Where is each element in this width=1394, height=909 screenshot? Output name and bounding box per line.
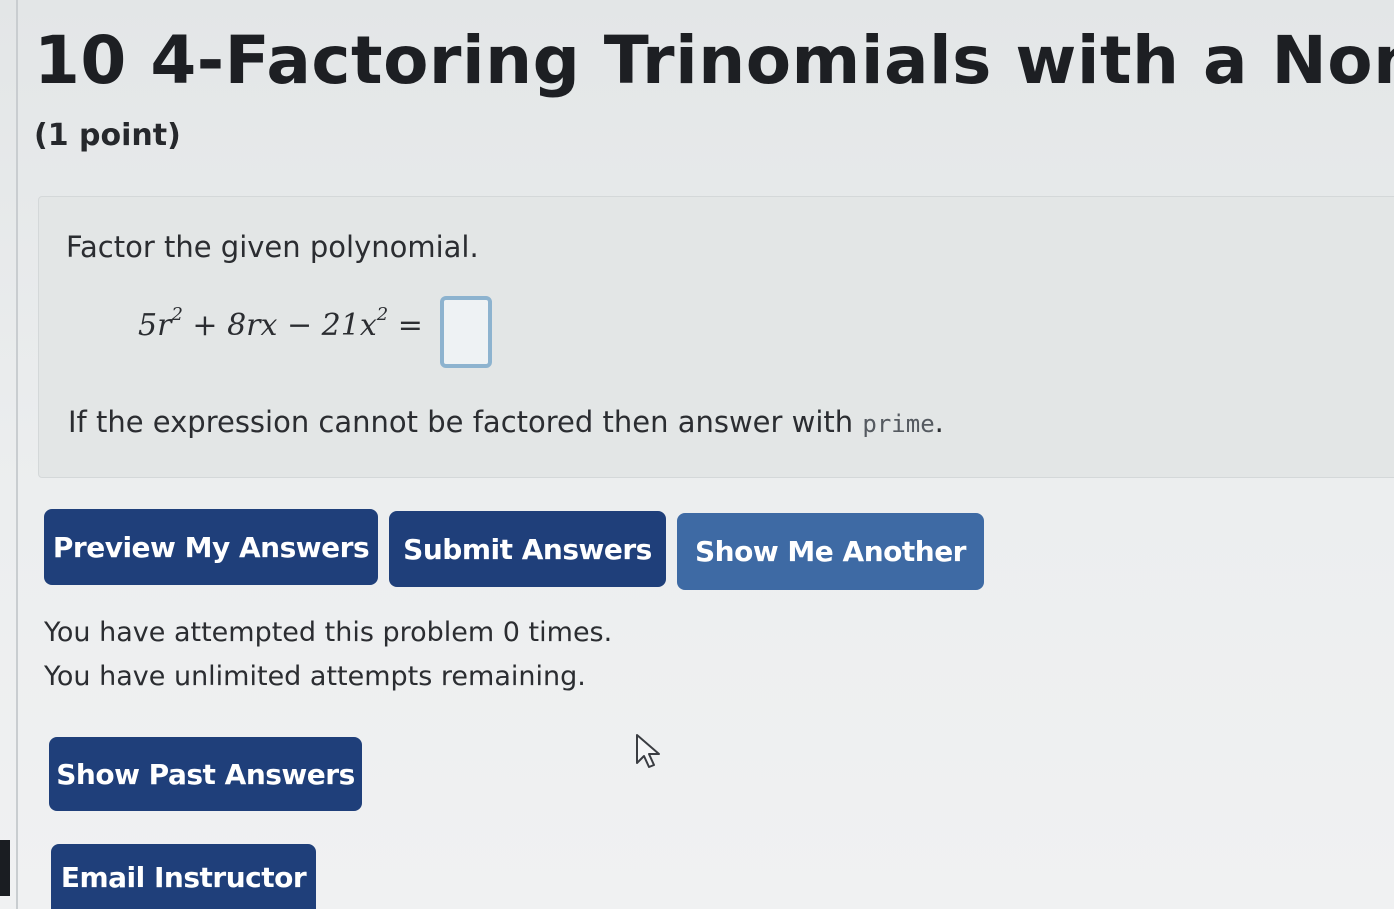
preview-answers-button[interactable]: Preview My Answers bbox=[44, 509, 378, 585]
show-past-answers-button[interactable]: Show Past Answers bbox=[49, 737, 362, 811]
show-me-another-button[interactable]: Show Me Another bbox=[677, 513, 984, 590]
polynomial-equation: 5r2 + 8rx − 21x2 = bbox=[138, 304, 423, 343]
equation-equals: = bbox=[388, 308, 423, 343]
prime-instruction: If the expression cannot be factored the… bbox=[68, 405, 944, 439]
problem-points: (1 point) bbox=[34, 118, 181, 153]
problem-page: 10 4-Factoring Trinomials with a Nontriv… bbox=[0, 0, 1394, 909]
mouse-pointer-icon bbox=[636, 734, 660, 768]
prime-note-text: If the expression cannot be factored the… bbox=[68, 405, 863, 439]
attempts-remaining-text: You have unlimited attempts remaining. bbox=[44, 661, 586, 692]
equation-term-1: 5r bbox=[138, 308, 172, 343]
answer-input[interactable] bbox=[440, 296, 492, 368]
left-divider bbox=[16, 0, 18, 909]
email-instructor-button[interactable]: Email Instructor bbox=[51, 844, 316, 909]
equation-exponent-1: 2 bbox=[171, 304, 183, 325]
problem-title: 10 4-Factoring Trinomials with a Nontriv… bbox=[34, 22, 1394, 99]
prime-keyword: prime bbox=[862, 410, 935, 438]
equation-exponent-2: 2 bbox=[376, 304, 389, 325]
prime-note-period: . bbox=[934, 405, 944, 439]
left-edge-marker bbox=[0, 840, 10, 896]
attempt-count-text: You have attempted this problem 0 times. bbox=[44, 617, 613, 648]
submit-answers-button[interactable]: Submit Answers bbox=[389, 511, 666, 587]
equation-term-2: + 8rx − 21x bbox=[182, 308, 377, 343]
problem-instruction: Factor the given polynomial. bbox=[66, 230, 479, 264]
